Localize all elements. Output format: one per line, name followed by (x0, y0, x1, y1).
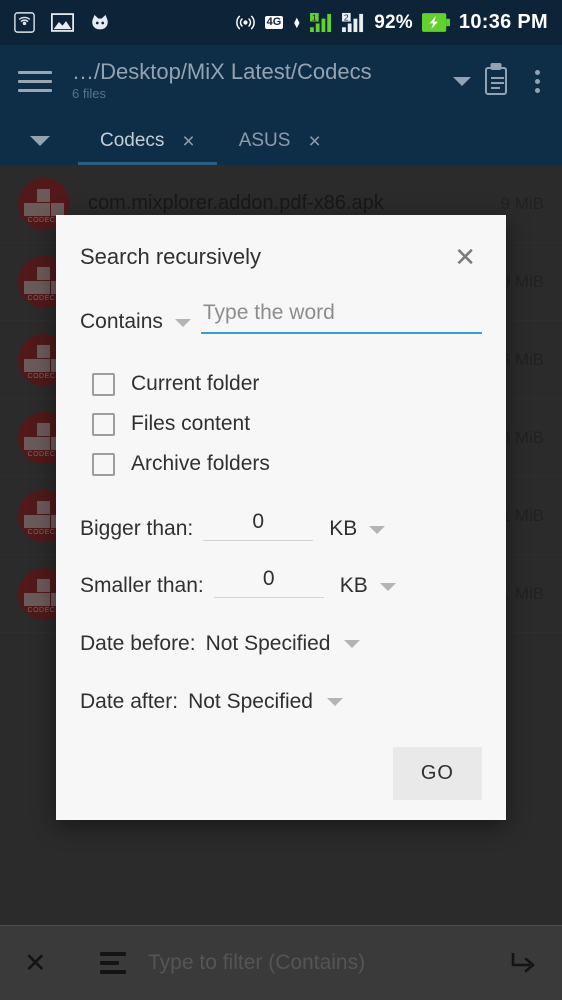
phone-screen: CODECS com.mixplorer.addon.pdf-x86.apk 9… (0, 0, 562, 1000)
tab-codecs[interactable]: Codecs × (78, 117, 217, 165)
battery-percent-label: 92% (374, 11, 413, 33)
file-count-label: 6 files (72, 86, 106, 101)
filter-input[interactable] (148, 951, 494, 975)
date-after-label: Date after: (80, 690, 179, 713)
dialog-title: Search recursively (80, 244, 261, 269)
dialog-actions: GO (392, 747, 482, 800)
contains-chevron-down-icon[interactable] (174, 319, 191, 327)
cat-app-icon (90, 13, 110, 33)
search-recursively-dialog: Search recursively ✕ Contains Current fo… (56, 215, 506, 820)
path-block[interactable]: …/Desktop/MiX Latest/Codecs 6 files (72, 59, 441, 103)
tab-close-icon[interactable]: × (182, 131, 194, 152)
kebab-menu-icon[interactable] (531, 66, 544, 97)
sim1-signal-icon: 1 (310, 12, 333, 33)
data-transfer-icon: ▲ ▼ (292, 14, 302, 30)
tab-label: ASUS (238, 130, 291, 151)
date-before-chevron-down-icon[interactable] (344, 640, 361, 648)
close-filter-icon[interactable]: ✕ (24, 949, 64, 977)
hamburger-menu-icon[interactable] (18, 70, 52, 92)
checkbox-label: Current folder (131, 372, 260, 395)
bigger-than-unit-label[interactable]: KB (329, 517, 357, 541)
checkbox-icon[interactable] (92, 372, 115, 396)
chevron-down-icon[interactable] (453, 76, 471, 86)
hotspot-icon (235, 12, 256, 33)
bigger-than-chevron-down-icon[interactable] (369, 526, 386, 534)
checkbox-label: Archive folders (131, 452, 270, 475)
checkbox-icon[interactable] (92, 452, 115, 476)
smaller-than-row: Smaller than: KB (80, 567, 482, 598)
sim2-signal-icon: 2 (342, 12, 365, 33)
date-before-row: Date before: Not Specified (80, 632, 482, 656)
tabs-expand-chevron-down-icon[interactable] (30, 136, 50, 146)
screenshot-icon (51, 13, 74, 32)
dialog-header: Search recursively ✕ (80, 215, 482, 299)
checkbox-icon[interactable] (92, 412, 115, 436)
status-bar: 4G ▲ ▼ 1 2 92% 10:36 PM (0, 0, 562, 45)
smaller-than-input[interactable] (213, 567, 324, 598)
bigger-than-row: Bigger than: KB (80, 510, 482, 541)
checkbox-label: Files content (131, 412, 251, 435)
contains-mode-label[interactable]: Contains (80, 310, 163, 334)
tab-bar: Codecs × ASUS × (0, 117, 562, 165)
smaller-than-chevron-down-icon[interactable] (379, 583, 396, 591)
contains-row: Contains (80, 301, 482, 334)
tab-asus[interactable]: ASUS × (217, 117, 343, 165)
svg-text:2: 2 (344, 13, 349, 23)
checkbox-archive-folders[interactable]: Archive folders (80, 444, 482, 484)
app-bar: …/Desktop/MiX Latest/Codecs 6 files (0, 45, 562, 117)
clipboard-icon[interactable] (485, 67, 507, 95)
date-after-chevron-down-icon[interactable] (326, 698, 343, 706)
filter-icon[interactable] (100, 952, 126, 974)
checkbox-current-folder[interactable]: Current folder (80, 364, 482, 404)
network-type-badge: 4G (264, 16, 284, 29)
battery-charging-icon (421, 13, 450, 32)
go-button[interactable]: GO (392, 747, 482, 800)
enter-arrow-icon[interactable] (494, 950, 538, 976)
search-word-input[interactable] (200, 301, 482, 334)
close-icon[interactable]: ✕ (448, 240, 482, 274)
cast-icon (14, 12, 35, 33)
tab-close-icon[interactable]: × (308, 131, 320, 152)
smaller-than-unit-label[interactable]: KB (340, 574, 368, 598)
tab-label: Codecs (100, 130, 165, 151)
bigger-than-label: Bigger than: (80, 517, 194, 540)
bottom-filter-bar: ✕ (0, 925, 562, 1000)
path-title: …/Desktop/MiX Latest/Codecs (72, 59, 372, 84)
checkbox-group: Current folder Files content Archive fol… (80, 364, 482, 484)
clock-label: 10:36 PM (458, 11, 548, 33)
smaller-than-label: Smaller than: (80, 574, 204, 597)
svg-text:1: 1 (312, 13, 317, 23)
checkbox-files-content[interactable]: Files content (80, 404, 482, 444)
bigger-than-input[interactable] (203, 510, 314, 541)
date-before-value[interactable]: Not Specified (206, 632, 331, 656)
date-after-value[interactable]: Not Specified (188, 690, 313, 714)
date-before-label: Date before: (80, 632, 196, 655)
date-after-row: Date after: Not Specified (80, 690, 482, 714)
